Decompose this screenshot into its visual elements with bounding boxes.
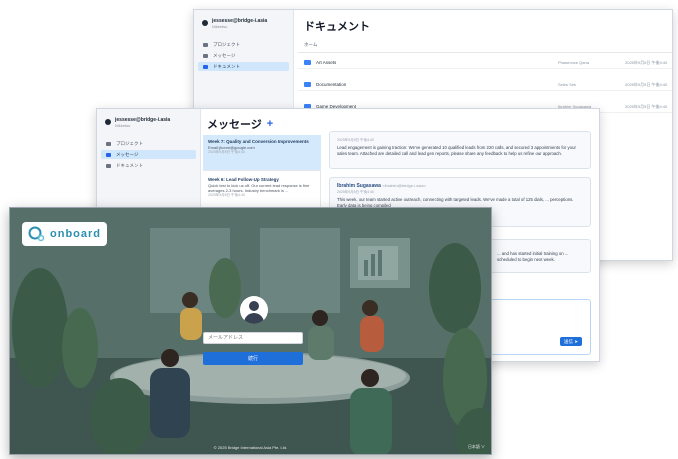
list-item[interactable]: Art Assets Phaseonce Qana 2025年9月5日 午後4:… bbox=[298, 57, 672, 69]
thread-date: 2025年9月5日 午後4:40 bbox=[208, 192, 245, 197]
message-date: 2025年9月5日 午後4:40 bbox=[337, 190, 374, 194]
footer-copyright: © 2025 Bridge International Asia Pte. Lt… bbox=[213, 445, 288, 450]
language-selector[interactable]: 日本語 ∨ bbox=[468, 444, 485, 450]
breadcrumb[interactable]: ホーム bbox=[304, 42, 317, 48]
folder-icon bbox=[304, 60, 311, 65]
sidebar-item-projects[interactable]: プロジェクト bbox=[101, 139, 196, 148]
list-item[interactable]: Documentation Seles Sek 2025年9月5日 午後4:40 bbox=[298, 79, 672, 91]
avatar bbox=[105, 119, 111, 125]
messages-header: メッセージ + bbox=[207, 116, 273, 132]
page-title: メッセージ bbox=[207, 119, 262, 131]
brand-logo: onboard bbox=[22, 222, 107, 246]
page-title: ドキュメント bbox=[304, 21, 370, 33]
user-company: Nikketsu bbox=[212, 24, 228, 29]
email-input[interactable] bbox=[203, 332, 303, 344]
sidebar-item-projects[interactable]: プロジェクト bbox=[198, 40, 289, 49]
folder-icon bbox=[106, 141, 111, 146]
sidebar-item-label: ドキュメント bbox=[116, 162, 143, 168]
message-date: 2025年9月5日 午後4:40 bbox=[337, 138, 374, 142]
login-window: onboard 続行 © 2025 Bridge International A… bbox=[9, 207, 492, 455]
message-icon bbox=[203, 53, 208, 58]
user-company: Nikketsu bbox=[115, 123, 131, 128]
divider bbox=[298, 52, 672, 53]
sidebar-nav: プロジェクト メッセージ ドキュメント bbox=[194, 40, 293, 71]
sidebar-item-label: メッセージ bbox=[116, 151, 139, 157]
sidebar-item-label: プロジェクト bbox=[116, 140, 143, 146]
brand-name: onboard bbox=[50, 228, 101, 240]
sidebar-item-label: メッセージ bbox=[213, 52, 236, 58]
send-button[interactable]: 送信 ➤ bbox=[560, 337, 582, 346]
folder-date: 2025年9月5日 午後4:40 bbox=[625, 103, 668, 109]
folder-icon bbox=[304, 82, 311, 87]
sidebar-nav: プロジェクト メッセージ ドキュメント bbox=[97, 139, 200, 170]
sidebar-item-documents[interactable]: ドキュメント bbox=[198, 62, 289, 71]
folder-icon bbox=[203, 42, 208, 47]
folder-owner: Phaseonce Qana bbox=[558, 60, 589, 65]
sidebar-item-label: プロジェクト bbox=[213, 41, 240, 47]
sidebar-item-messages[interactable]: メッセージ bbox=[101, 150, 196, 159]
message-icon bbox=[106, 152, 111, 157]
sidebar-item-messages[interactable]: メッセージ bbox=[198, 51, 289, 60]
thread-item[interactable]: Week 7: Quality and Conversion Improveme… bbox=[203, 135, 321, 171]
sender-email: <ibrahim@bridge-i.asia> bbox=[382, 183, 426, 188]
user-info[interactable]: jessesse@bridge-i.asia Nikketsu bbox=[194, 10, 293, 30]
thread-title: Week 7: Quality and Conversion Improveme… bbox=[208, 139, 309, 144]
user-icon bbox=[240, 296, 268, 324]
sidebar-item-documents[interactable]: ドキュメント bbox=[101, 161, 196, 170]
user-info[interactable]: jessesse@bridge-i.asia Nikketsu bbox=[97, 109, 200, 129]
document-icon bbox=[106, 163, 111, 168]
folder-owner: Seles Sek bbox=[558, 82, 577, 87]
folder-name: Art Assets bbox=[316, 60, 337, 65]
folder-name: Documentation bbox=[316, 82, 347, 87]
avatar bbox=[202, 20, 208, 26]
thread-preview: Quick test to kick us off. Our current l… bbox=[208, 182, 310, 193]
continue-button[interactable]: 続行 bbox=[203, 352, 303, 365]
onboard-logo-icon bbox=[28, 226, 45, 242]
folder-date: 2025年9月5日 午後4:40 bbox=[625, 81, 668, 87]
message-card: 2025年9月5日 午後4:40 Lead engagement is gain… bbox=[329, 131, 591, 169]
add-message-button[interactable]: + bbox=[267, 118, 273, 130]
message-body: Lead engagement is gaining traction: We'… bbox=[337, 145, 576, 156]
document-icon bbox=[203, 64, 208, 69]
thread-date: 2025年9月5日 午後4:40 bbox=[208, 149, 245, 154]
sidebar-item-label: ドキュメント bbox=[213, 63, 240, 69]
folder-date: 2025年9月5日 午後4:40 bbox=[625, 59, 668, 65]
